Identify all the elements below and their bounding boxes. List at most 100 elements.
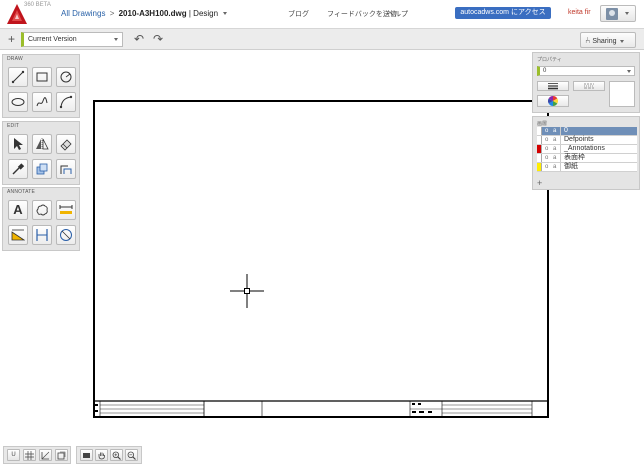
account-menu-button[interactable]	[600, 5, 636, 22]
chevron-down-icon[interactable]	[223, 12, 228, 16]
layer-row[interactable]: o a 表面枠	[537, 154, 637, 163]
screen-icon[interactable]	[80, 449, 93, 461]
radius-dimension-icon[interactable]	[56, 225, 76, 245]
layer-visibility-icon[interactable]: o	[545, 163, 548, 171]
layer-row[interactable]: o a Defpoints	[537, 136, 637, 145]
chevron-down-icon	[114, 38, 118, 41]
color-wheel-icon	[548, 96, 558, 106]
palette-title: EDIT	[7, 123, 20, 129]
layer-name: 0	[564, 127, 568, 134]
layer-name: _Annotations	[564, 145, 605, 152]
share-icon: ⑃	[585, 35, 591, 45]
layer-row[interactable]: o a _Annotations	[537, 145, 637, 154]
layer-row[interactable]: o a 御紙	[537, 163, 637, 172]
layer-select-value: 0	[543, 68, 547, 74]
main-toolbar: + Current Version ↶ ↷ ⑃ Sharing	[0, 28, 644, 50]
avatar	[606, 8, 618, 20]
area-measure-icon[interactable]	[8, 225, 28, 245]
color-button[interactable]	[537, 95, 569, 107]
layer-visibility-icon[interactable]: o	[545, 154, 548, 162]
aligned-dimension-icon[interactable]	[32, 225, 52, 245]
linear-dimension-icon[interactable]	[56, 200, 76, 220]
sharing-button[interactable]: ⑃ Sharing	[580, 32, 636, 48]
linetype-button[interactable]	[573, 81, 605, 91]
divider	[560, 127, 561, 135]
add-layer-icon[interactable]: +	[537, 178, 542, 188]
color-picker-tool-icon[interactable]	[8, 159, 28, 179]
lineweight-button[interactable]	[537, 81, 569, 91]
circle-tool-icon[interactable]	[56, 67, 76, 87]
version-select-label: Current Version	[28, 36, 77, 43]
version-select[interactable]: Current Version	[21, 32, 123, 47]
chevron-down-icon	[625, 12, 629, 15]
palette-title: ANNOTATE	[7, 189, 36, 195]
mirror-tool-icon[interactable]	[32, 134, 52, 154]
layer-visibility-icon[interactable]: o	[545, 145, 548, 153]
edit-palette: EDIT	[2, 121, 80, 185]
layer-lock-icon[interactable]: a	[553, 163, 556, 171]
breadcrumb-all-drawings[interactable]: All Drawings	[61, 9, 105, 18]
layer-name: Defpoints	[564, 136, 594, 143]
sharing-label: Sharing	[592, 38, 617, 45]
divider	[560, 145, 561, 153]
app-header: 360 BETA All Drawings > 2010-A3H100.dwg …	[0, 0, 644, 28]
drafting-settings-bar: U	[3, 446, 71, 464]
layers-list: o a 0 o a Defpoints o a _Annotations o a 表面枠 o a 御紙	[537, 127, 637, 172]
properties-panel: プロパティ 0	[532, 52, 640, 113]
text-tool-glyph: A	[13, 202, 23, 217]
snap-toggle-icon[interactable]: U	[7, 449, 20, 461]
linetype-icon	[584, 83, 594, 89]
polar-toggle-icon[interactable]	[55, 449, 68, 461]
grid-toggle-icon[interactable]	[23, 449, 36, 461]
drawing-canvas[interactable]	[92, 99, 550, 419]
layer-name: 御紙	[564, 163, 578, 170]
ortho-toggle-icon[interactable]	[39, 449, 52, 461]
layers-title: 画層	[537, 121, 548, 127]
divider	[560, 154, 561, 162]
layer-lock-icon[interactable]: a	[553, 145, 556, 153]
layer-color-swatch[interactable]	[537, 163, 542, 171]
user-name[interactable]: keita fir	[568, 9, 591, 16]
layer-color-swatch[interactable]	[537, 136, 542, 144]
add-icon[interactable]: +	[8, 32, 15, 46]
undo-icon[interactable]: ↶	[134, 32, 144, 46]
layer-lock-icon[interactable]: a	[553, 154, 556, 162]
color-preview	[609, 81, 635, 107]
layer-row[interactable]: oa 0	[537, 127, 637, 136]
freehand-tool-icon[interactable]	[32, 92, 52, 112]
layer-color-swatch[interactable]	[537, 145, 542, 153]
line-tool-icon[interactable]	[8, 67, 28, 87]
annotate-palette: ANNOTATE A	[2, 187, 80, 251]
mode-dropdown[interactable]: | Design	[189, 9, 218, 18]
select-tool-icon[interactable]	[8, 134, 28, 154]
divider	[560, 136, 561, 144]
cloud-markup-icon[interactable]	[32, 200, 52, 220]
layer-lock-icon[interactable]: a	[553, 127, 556, 135]
visit-autocadws-button[interactable]: autocadws.com にアクセス	[455, 7, 551, 19]
view-navigation-bar	[76, 446, 142, 464]
erase-tool-icon[interactable]	[56, 134, 76, 154]
rectangle-tool-icon[interactable]	[32, 67, 52, 87]
copy-tool-icon[interactable]	[32, 159, 52, 179]
text-tool-icon[interactable]: A	[8, 200, 28, 220]
redo-icon[interactable]: ↷	[153, 32, 163, 46]
properties-title: プロパティ	[537, 57, 562, 63]
zoom-out-icon[interactable]	[125, 449, 138, 461]
arc-tool-icon[interactable]	[56, 92, 76, 112]
offset-tool-icon[interactable]	[56, 159, 76, 179]
layer-visibility-icon[interactable]: o	[545, 136, 548, 144]
ellipse-tool-icon[interactable]	[8, 92, 28, 112]
layer-visibility-icon[interactable]: o	[545, 127, 548, 135]
palette-title: DRAW	[7, 56, 23, 62]
pan-icon[interactable]	[95, 449, 108, 461]
layer-color-swatch[interactable]	[537, 154, 542, 162]
blog-link[interactable]: ブログ	[288, 9, 309, 19]
zoom-in-icon[interactable]	[110, 449, 123, 461]
help-link[interactable]: ヘルプ	[387, 9, 408, 19]
layer-lock-icon[interactable]: a	[553, 136, 556, 144]
drawing-border	[93, 100, 549, 418]
layer-name: 表面枠	[564, 154, 585, 161]
layer-color-swatch[interactable]	[537, 127, 542, 135]
chevron-down-icon	[620, 39, 625, 43]
layer-select[interactable]: 0	[537, 66, 635, 76]
